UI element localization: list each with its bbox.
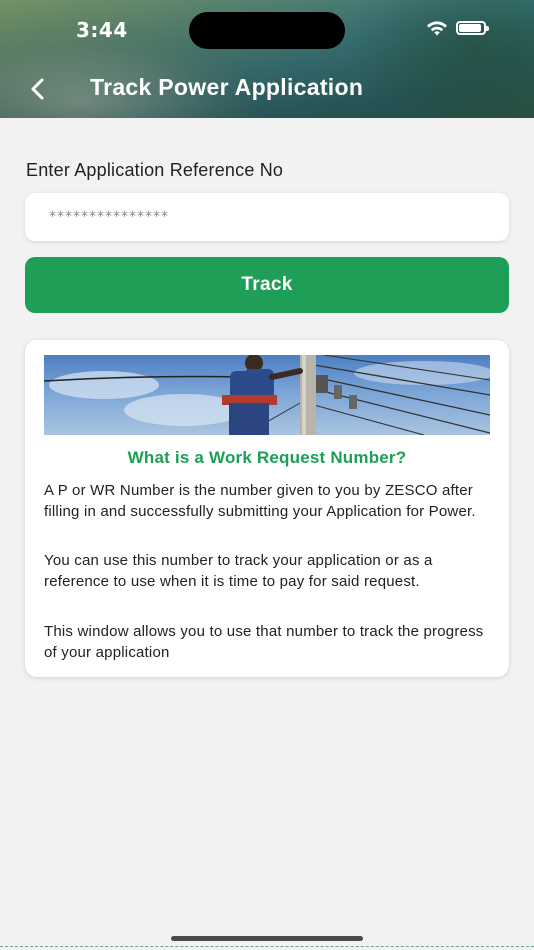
header: 3:44 Track Power Application: [0, 0, 534, 118]
home-indicator[interactable]: [171, 936, 363, 941]
chevron-left-icon: [31, 78, 44, 100]
page-title: Track Power Application: [90, 74, 364, 100]
wifi-icon: [427, 21, 447, 36]
info-heading: What is a Work Request Number?: [127, 448, 407, 467]
reference-label: Enter Application Reference No: [26, 160, 284, 180]
info-paragraph: A P or WR Number is the number given to …: [44, 482, 476, 520]
track-button[interactable]: Track: [25, 257, 509, 313]
back-button[interactable]: [20, 72, 54, 106]
reference-input[interactable]: [25, 193, 509, 241]
reference-input-container: [25, 193, 509, 241]
lineman-photo: [44, 355, 490, 435]
bottom-divider: [0, 946, 534, 947]
info-paragraph: You can use this number to track your ap…: [44, 552, 433, 590]
lineman-photo-illustration: [44, 355, 490, 435]
battery-icon: [456, 21, 489, 35]
dynamic-island: [189, 12, 345, 49]
info-paragraph: This window allows you to use that numbe…: [44, 623, 484, 661]
status-time: 3:44: [76, 18, 128, 42]
info-card: What is a Work Request Number? A P or WR…: [25, 340, 509, 677]
status-icons: [426, 20, 489, 36]
